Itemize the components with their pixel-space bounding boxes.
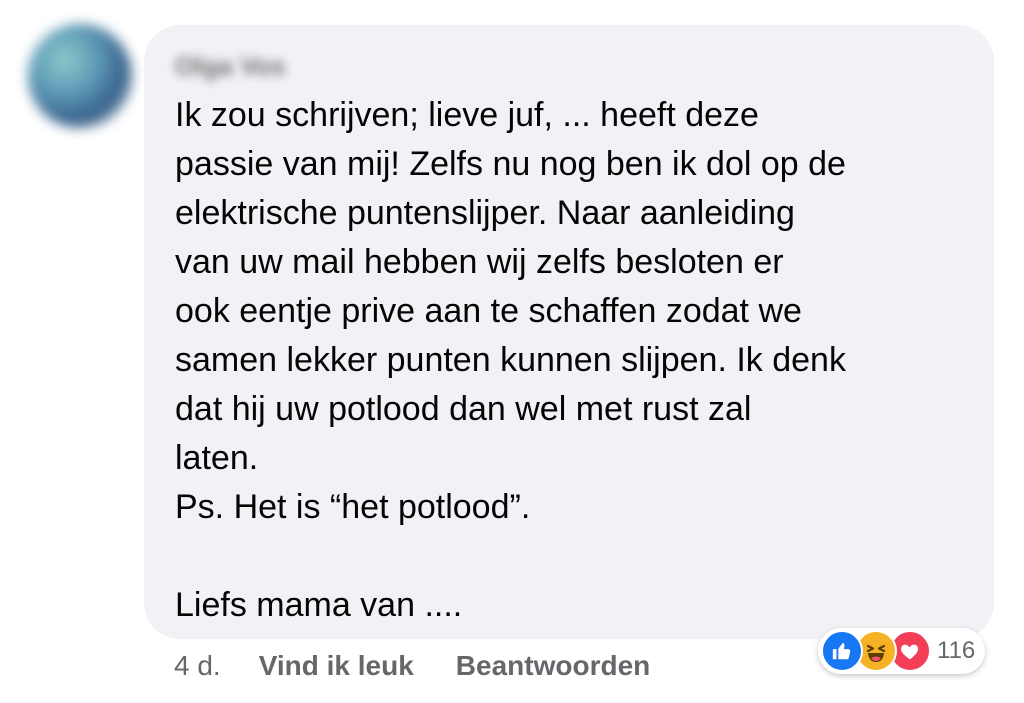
comment-text: Ik zou schrijven; lieve juf, ... heeft d… [175,96,846,624]
comment-timestamp[interactable]: 4 d. [174,650,221,682]
comment-bubble: Olga Vos Ik zou schrijven; lieve juf, ..… [144,25,994,639]
reactions-summary[interactable]: 116 [818,628,986,674]
reaction-count: 116 [937,637,976,664]
reply-button[interactable]: Beantwoorden [456,650,650,682]
comment-actions: 4 d. Vind ik leuk Beantwoorden [174,648,692,684]
avatar[interactable] [28,24,132,128]
like-button[interactable]: Vind ik leuk [259,650,414,682]
like-icon [821,630,863,672]
author-name[interactable]: Olga Vos [175,51,286,81]
